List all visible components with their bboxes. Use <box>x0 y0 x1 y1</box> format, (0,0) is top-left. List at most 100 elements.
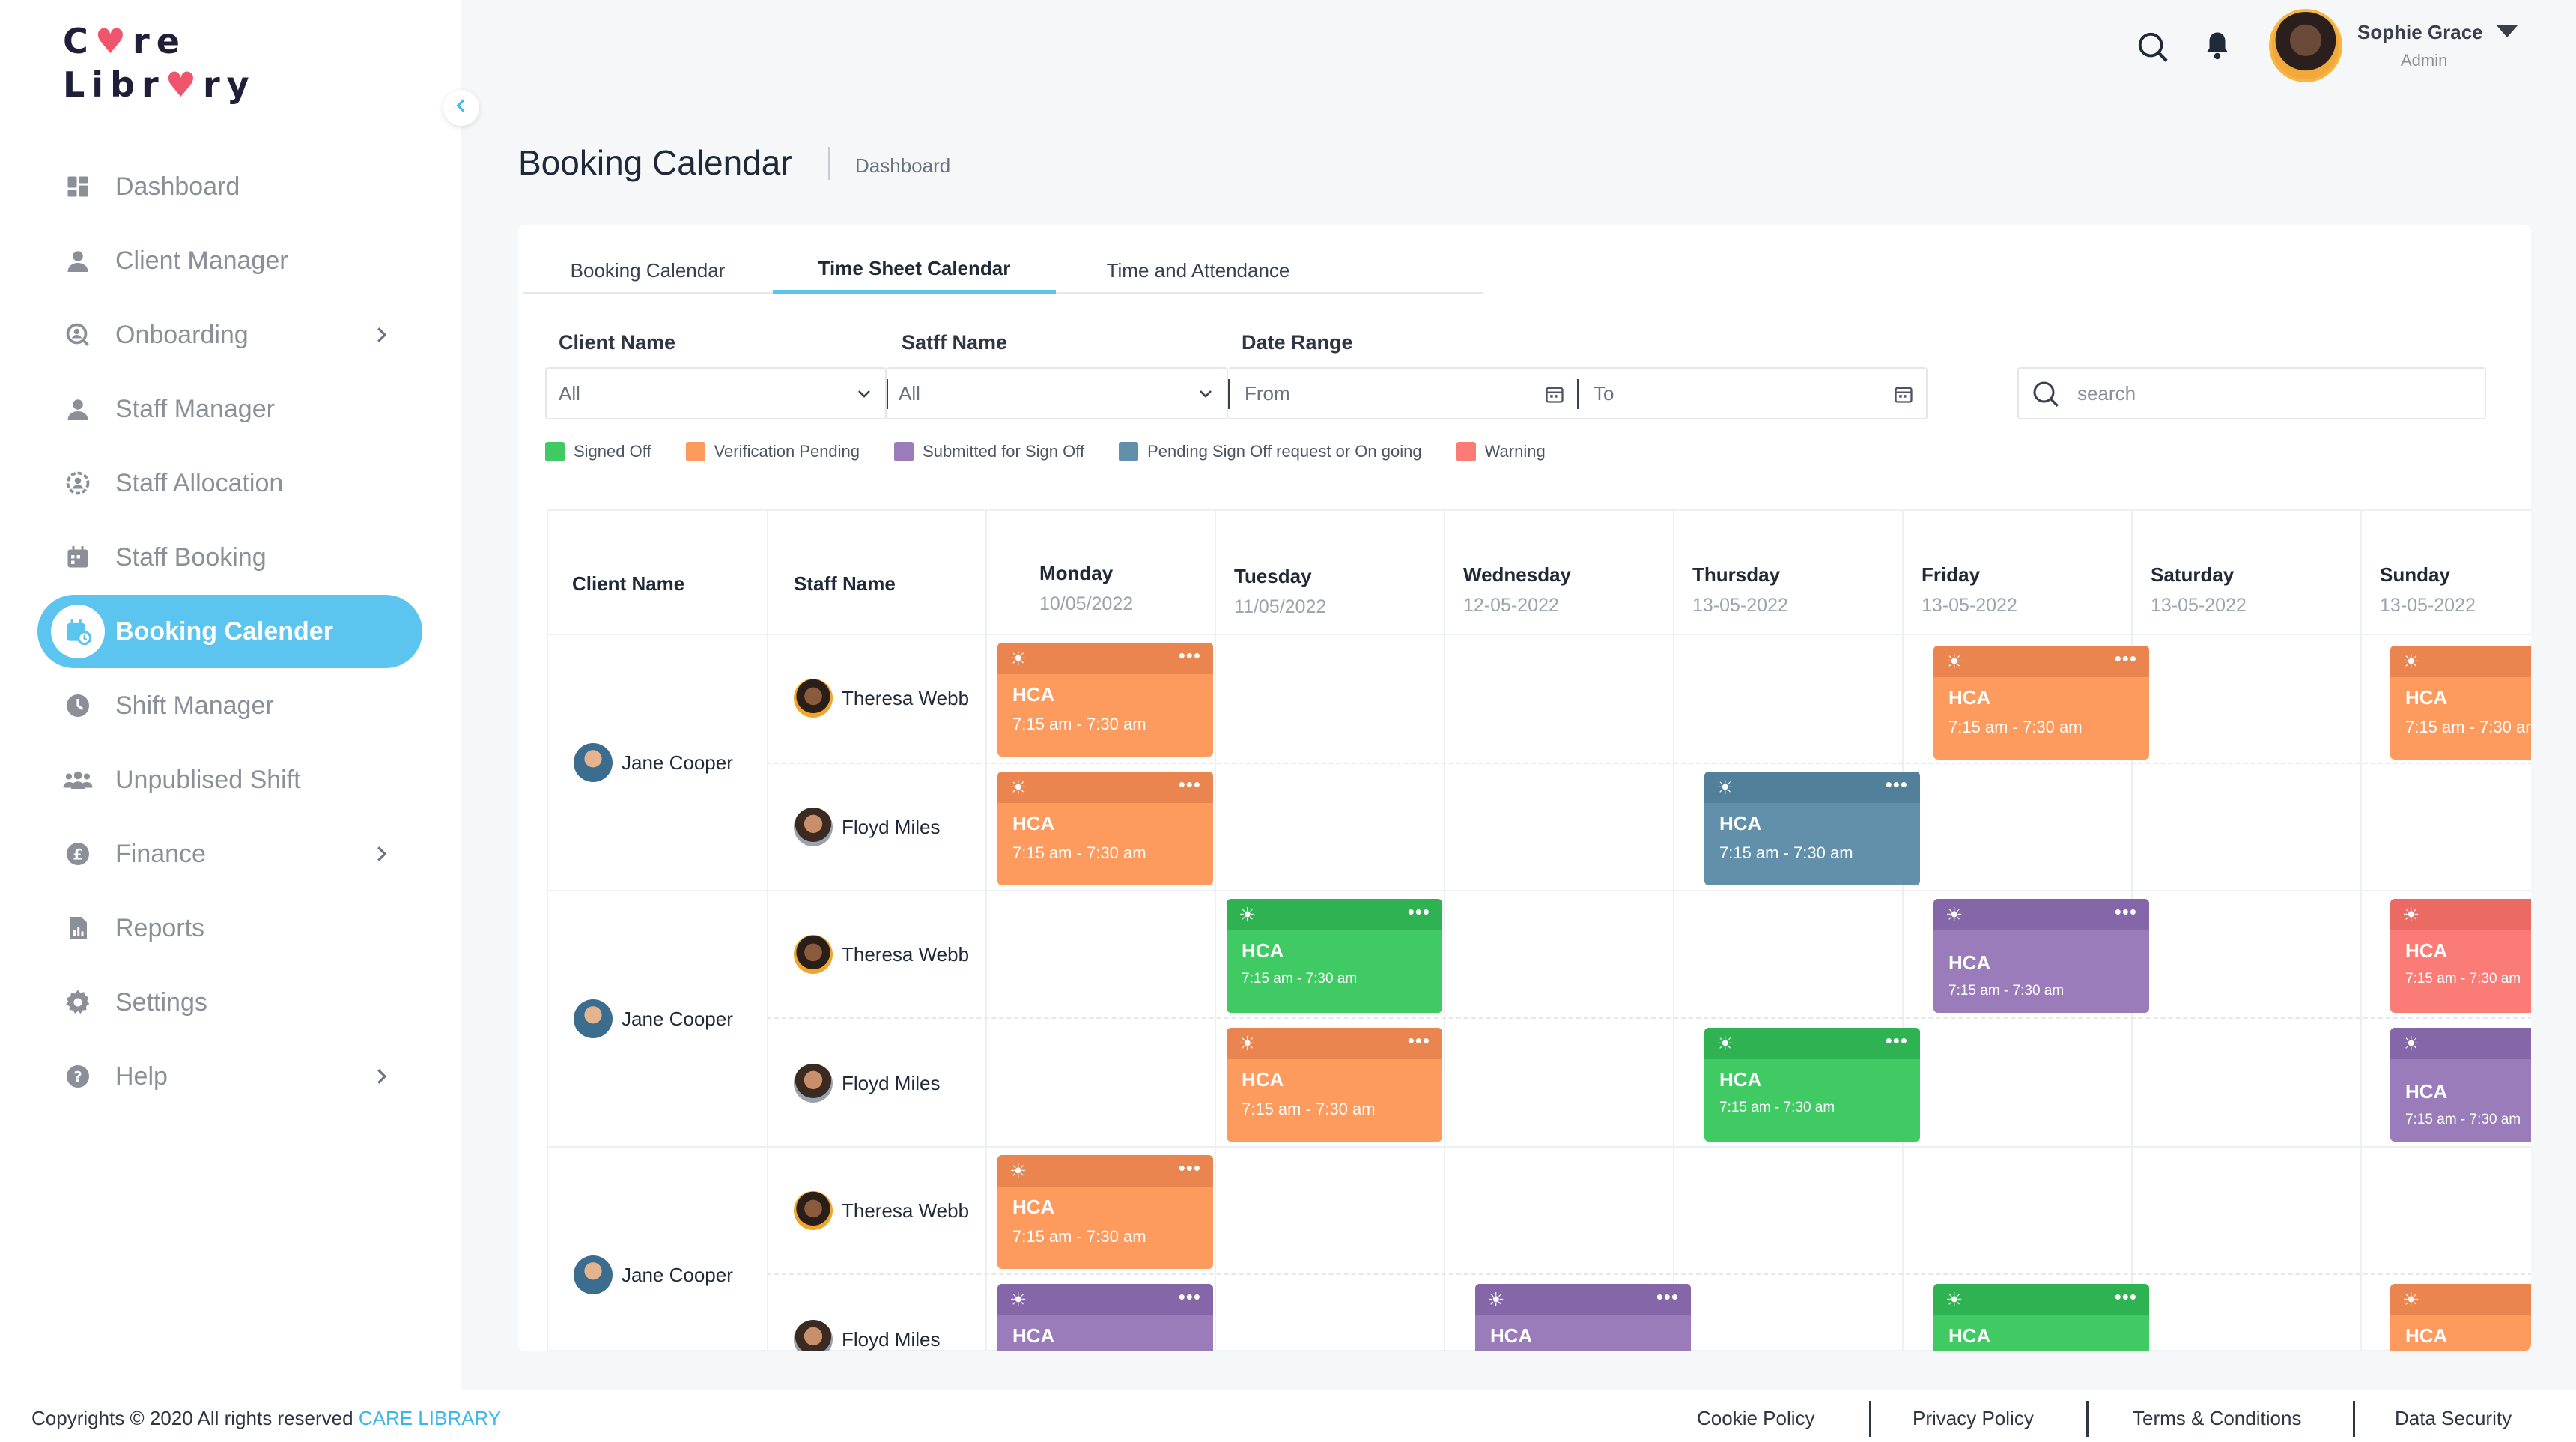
sidebar-item-staff-booking[interactable]: Staff Booking <box>37 521 422 594</box>
staff-name: Theresa Webb <box>842 686 970 709</box>
sidebar-item-shift-manager[interactable]: Shift Manager <box>37 669 422 742</box>
sidebar-item-booking-calender[interactable]: Booking Calender <box>37 595 422 668</box>
legend-item-signed-off: Signed Off <box>545 442 651 461</box>
footer-link-privacy-policy[interactable]: Privacy Policy <box>1913 1407 2034 1430</box>
care-library-logo[interactable]: C♥re Libr♥ry <box>63 19 256 106</box>
shift-role: HCA <box>1242 939 1284 962</box>
calendar-icon[interactable] <box>1893 384 1914 410</box>
shift-card[interactable]: ☀ ••• HCA 7:15 am - 7:30 am <box>1227 899 1442 1013</box>
more-options-icon[interactable]: ••• <box>1179 1157 1201 1180</box>
user-name[interactable]: Sophie Grace <box>2357 21 2483 44</box>
shift-card[interactable]: ☀ ••• HCA 7:15 am - 7:30 am <box>1933 646 2149 760</box>
shift-card[interactable]: ☀ HCA <box>2390 1284 2531 1351</box>
footer-link-terms[interactable]: Terms & Conditions <box>2133 1407 2301 1430</box>
search-input[interactable]: search <box>2017 367 2486 419</box>
sidebar-item-unpublised-shift[interactable]: Unpublised Shift <box>37 743 422 817</box>
tab-booking-calendar[interactable]: Booking Calendar <box>523 247 773 294</box>
grid-line <box>985 511 987 1351</box>
sun-icon: ☀ <box>1716 776 1734 799</box>
sidebar-item-settings[interactable]: Settings <box>37 966 422 1039</box>
breadcrumb[interactable]: Dashboard <box>855 154 950 178</box>
shift-role: HCA <box>1242 1068 1284 1091</box>
staff-cell[interactable]: Floyd Miles <box>794 808 940 846</box>
shift-time: 7:15 am - 7:30 am <box>2405 1112 2521 1127</box>
shift-card[interactable]: ☀ ••• HCA 7:15 am - 7:30 am <box>997 772 1213 885</box>
more-options-icon[interactable]: ••• <box>1179 644 1201 667</box>
sidebar-item-staff-manager[interactable]: Staff Manager <box>37 372 422 446</box>
caret-down-icon[interactable] <box>2497 25 2518 37</box>
more-options-icon[interactable]: ••• <box>2115 900 2137 924</box>
to-date-input[interactable]: To <box>1577 369 1926 418</box>
more-options-icon[interactable]: ••• <box>2115 1285 2137 1309</box>
grid-line <box>767 1273 2531 1275</box>
shift-card[interactable]: ☀ HCA 7:15 am - 7:30 am <box>2390 899 2531 1013</box>
sidebar-item-help[interactable]: ? Help <box>37 1040 422 1113</box>
calendar-icon <box>63 542 93 572</box>
shift-card[interactable]: ☀ ••• HCA <box>1475 1284 1691 1351</box>
day-date: 13-05-2022 <box>1922 595 2017 616</box>
client-cell[interactable]: Jane Cooper <box>574 1255 733 1294</box>
more-options-icon[interactable]: ••• <box>1886 1029 1908 1052</box>
sidebar-item-reports[interactable]: Reports <box>37 891 422 965</box>
grid-line <box>1902 511 1904 1351</box>
more-options-icon[interactable]: ••• <box>1179 1285 1201 1309</box>
calendar-card: Booking Calendar Time Sheet Calendar Tim… <box>518 225 2531 1351</box>
footer-divider <box>1869 1401 1871 1437</box>
more-options-icon[interactable]: ••• <box>1886 773 1908 796</box>
staff-cell[interactable]: Floyd Miles <box>794 1320 940 1351</box>
staff-name-select[interactable]: All <box>887 367 1228 419</box>
sidebar-item-finance[interactable]: £ Finance <box>37 817 422 891</box>
from-date-input[interactable]: From <box>1228 369 1577 418</box>
shift-card[interactable]: ☀ ••• HCA <box>997 1284 1213 1351</box>
sidebar-item-label: Shift Manager <box>115 691 274 720</box>
footer-link-cookie-policy[interactable]: Cookie Policy <box>1697 1407 1815 1430</box>
staff-cell[interactable]: Floyd Miles <box>794 1064 940 1103</box>
more-options-icon[interactable]: ••• <box>2115 647 2137 670</box>
chevron-right-icon <box>370 841 392 870</box>
shift-card[interactable]: ☀ ••• HCA 7:15 am - 7:30 am <box>1933 899 2149 1013</box>
sidebar-item-staff-allocation[interactable]: Staff Allocation <box>37 446 422 520</box>
more-options-icon[interactable]: ••• <box>1408 900 1430 924</box>
legend-label: Signed Off <box>574 442 651 461</box>
shift-card[interactable]: ☀ ••• HCA <box>1933 1284 2149 1351</box>
brand-link[interactable]: CARE LIBRARY <box>359 1407 501 1429</box>
tab-time-and-attendance[interactable]: Time and Attendance <box>1056 247 1340 294</box>
sidebar-item-onboarding[interactable]: Onboarding <box>37 298 422 372</box>
shift-card[interactable]: ☀ ••• HCA 7:15 am - 7:30 am <box>1227 1028 1442 1142</box>
shift-card[interactable]: ☀ ••• HCA 7:15 am - 7:30 am <box>997 1155 1213 1269</box>
staff-cell[interactable]: Theresa Webb <box>794 1191 969 1230</box>
shift-time: 7:15 am - 7:30 am <box>1719 843 1853 862</box>
client-cell[interactable]: Jane Cooper <box>574 999 733 1038</box>
chevron-right-icon <box>370 322 392 351</box>
sun-icon: ☀ <box>1945 903 1963 926</box>
client-cell[interactable]: Jane Cooper <box>574 743 733 782</box>
shift-card[interactable]: ☀ ••• HCA 7:15 am - 7:30 am <box>1704 1028 1920 1142</box>
shift-card[interactable]: ☀ HCA 7:15 am - 7:30 am <box>2390 1028 2531 1142</box>
shift-card[interactable]: ☀ HCA 7:15 am - 7:30 am <box>2390 646 2531 760</box>
staff-cell[interactable]: Theresa Webb <box>794 679 969 718</box>
staff-cell[interactable]: Theresa Webb <box>794 935 969 974</box>
user-avatar[interactable] <box>2269 9 2342 82</box>
top-bar <box>461 0 2576 99</box>
more-options-icon[interactable]: ••• <box>1408 1029 1430 1052</box>
client-name-select[interactable]: All <box>545 367 887 419</box>
search-icon[interactable] <box>2136 30 2170 68</box>
calendar-icon[interactable] <box>1544 384 1565 410</box>
notification-bell-icon[interactable] <box>2202 28 2233 67</box>
sidebar-item-client-manager[interactable]: Client Manager <box>37 224 422 297</box>
tab-bar: Booking Calendar Time Sheet Calendar Tim… <box>523 247 1483 294</box>
chevron-down-icon <box>1197 385 1215 408</box>
day-header-thursday: Thursday <box>1692 563 1781 586</box>
shift-time: 7:15 am - 7:30 am <box>1012 843 1146 862</box>
more-options-icon[interactable]: ••• <box>1656 1285 1679 1309</box>
footer-link-data-security[interactable]: Data Security <box>2395 1407 2512 1430</box>
more-options-icon[interactable]: ••• <box>1179 773 1201 796</box>
tab-time-sheet-calendar[interactable]: Time Sheet Calendar <box>773 247 1056 294</box>
shift-card[interactable]: ☀ ••• HCA 7:15 am - 7:30 am <box>997 643 1213 757</box>
sidebar-item-dashboard[interactable]: Dashboard <box>37 150 422 223</box>
sidebar-collapse-button[interactable] <box>443 90 479 126</box>
day-date: 13-05-2022 <box>2380 595 2476 616</box>
column-header-staff: Staff Name <box>794 572 896 595</box>
allocation-icon <box>63 468 93 498</box>
shift-card[interactable]: ☀ ••• HCA 7:15 am - 7:30 am <box>1704 772 1920 885</box>
